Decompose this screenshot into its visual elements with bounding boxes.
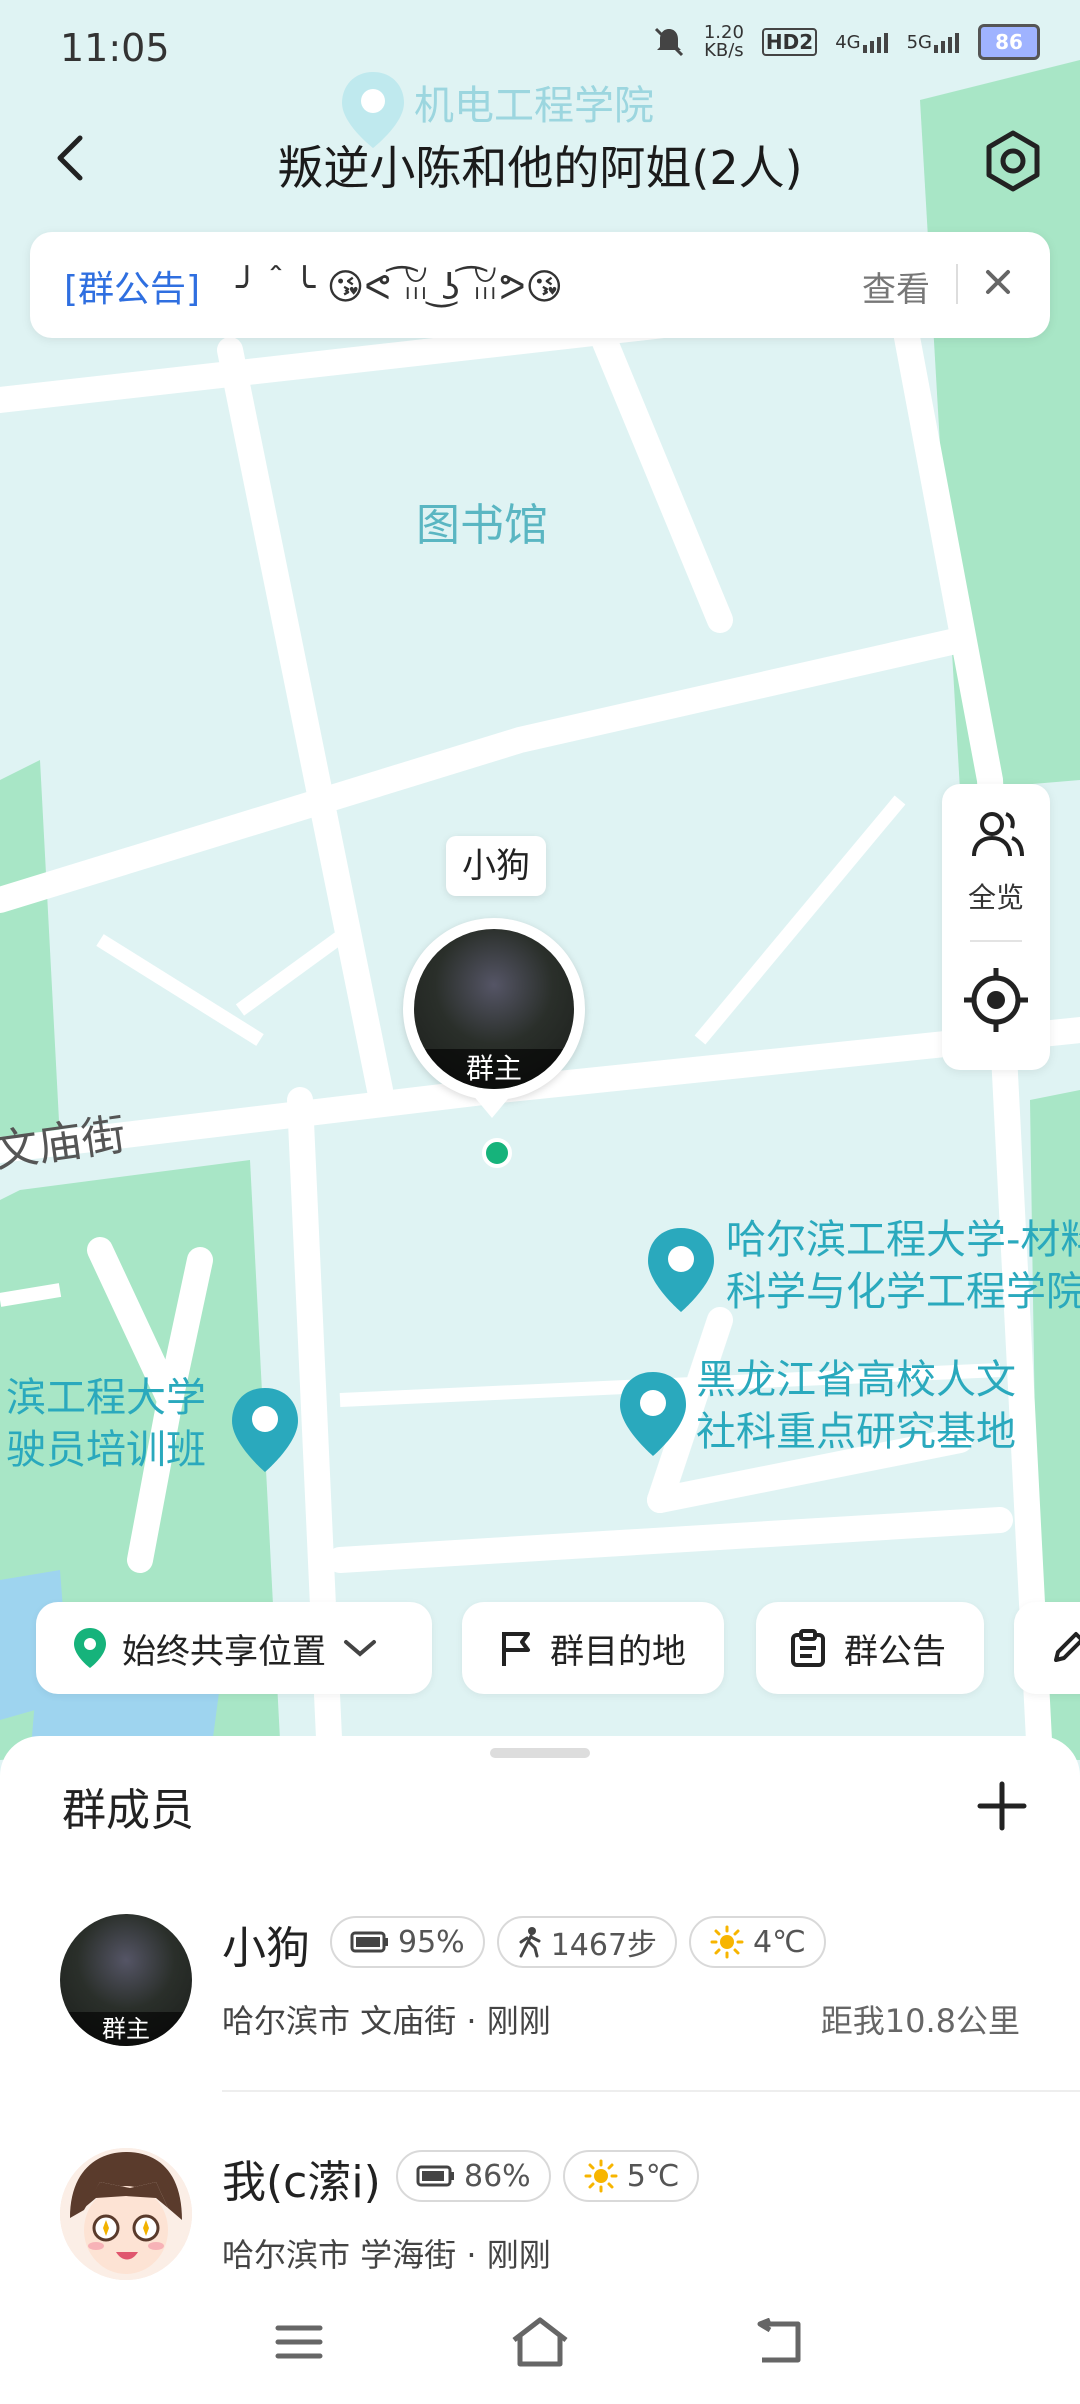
member-location: 哈尔滨市 文庙街 · 刚刚 (222, 2002, 551, 2040)
anime-avatar (60, 2148, 192, 2280)
poi-label-2: 黑龙江省高校人文 社科重点研究基地 (696, 1357, 1016, 1455)
owner-badge: 群主 (414, 1049, 574, 1089)
member-marker[interactable]: 群主 (403, 918, 585, 1100)
sun-icon (584, 2159, 618, 2193)
marker-name-label: 小狗 (446, 836, 546, 896)
home-icon[interactable] (508, 2314, 572, 2370)
steps-pill: 1467步 (496, 1916, 678, 1968)
poi-pin-icon (620, 1372, 686, 1456)
marker-pointer-icon (472, 1094, 512, 1118)
divider (222, 2090, 1080, 2092)
weather-value: 4℃ (753, 1924, 806, 1960)
avatar (60, 2148, 192, 2280)
location-pin-icon (74, 1628, 106, 1668)
announcement-banner[interactable]: [群公告] ╯＾╰ 😘ᕙ ͡ꈍ ͜ʖ ͡ꈍᕗ😘 查看 (30, 232, 1050, 338)
signal-4g: 4G (835, 31, 888, 53)
member-row[interactable]: 群主 小狗 95% 1467步 4℃ 哈尔滨市 文庙街 · 刚刚 距我10.8公… (0, 1902, 1080, 2102)
view-announcement-button[interactable]: 查看 (862, 262, 930, 311)
settings-hex-icon[interactable] (980, 128, 1046, 194)
signal-4g-label: 4G (835, 32, 861, 53)
back-nav-icon[interactable] (752, 2318, 808, 2366)
steps-value: 1467步 (550, 1928, 658, 1963)
page-title: 叛逆小陈和他的阿姐(2人) (277, 141, 803, 195)
weather-pill: 5℃ (562, 2150, 700, 2202)
member-name: 小狗 (222, 1923, 310, 1974)
status-bar: 11:05 1.20 KB/s HD2 4G 5G 86 (0, 0, 1080, 92)
signal-5g-label: 5G (906, 32, 932, 53)
signal-5g: 5G (907, 31, 960, 53)
battery-pill: 95% (330, 1916, 485, 1968)
avatar: 群主 (60, 1914, 192, 2046)
menu-icon[interactable] (274, 2322, 324, 2362)
walking-icon (519, 1927, 541, 1958)
battery-icon: 86 (978, 24, 1040, 60)
flag-icon (502, 1632, 530, 1666)
owner-badge: 群主 (60, 2012, 192, 2046)
status-time: 11:05 (60, 26, 170, 70)
battery-icon (416, 2165, 454, 2187)
weather-value: 5℃ (626, 2158, 680, 2194)
edit-button[interactable] (1014, 1602, 1080, 1694)
hd-badge: HD2 (761, 28, 818, 56)
locate-me-icon[interactable] (962, 966, 1030, 1034)
group-destination-button[interactable]: 群目的地 (462, 1602, 724, 1694)
signal-bars-icon (862, 33, 888, 53)
announcement-label: 群公告 (844, 1631, 946, 1672)
people-overview-icon[interactable] (968, 806, 1026, 864)
divider (956, 264, 958, 304)
announcement-text: ╯＾╰ 😘ᕙ ͡ꈍ ͜ʖ ͡ꈍᕗ😘 (236, 267, 564, 308)
battery-value: 86% (464, 2158, 531, 2194)
map-label-library: 图书馆 (416, 500, 548, 551)
members-title: 群成员 (62, 1785, 194, 1836)
battery-pill: 86% (396, 2150, 551, 2202)
status-icons: 1.20 KB/s HD2 4G 5G 86 (652, 24, 1040, 60)
drag-handle[interactable] (490, 1748, 590, 1758)
battery-icon (350, 1931, 388, 1953)
poi-label-1: 哈尔滨工程大学-材料 科学与化学工程学院 (726, 1217, 1080, 1315)
member-stats: 95% 1467步 4℃ (330, 1916, 826, 1968)
system-nav-bar (0, 2300, 1080, 2404)
poi-pin-icon (648, 1228, 714, 1312)
share-location-label: 始终共享位置 (122, 1631, 326, 1672)
group-announcement-button[interactable]: 群公告 (756, 1602, 984, 1694)
weather-pill: 4℃ (689, 1916, 826, 1968)
member-name: 我(c潆i) (222, 2157, 381, 2208)
announcement-tag: [群公告] (64, 269, 201, 310)
poi-label-3: 滨工程大学 驶员培训班 (6, 1375, 206, 1473)
pencil-icon (1054, 1632, 1080, 1662)
sun-icon (710, 1925, 744, 1959)
member-location: 哈尔滨市 学海街 · 刚刚 (222, 2236, 551, 2274)
avatar: 群主 (414, 929, 574, 1089)
member-distance: 距我10.8公里 (820, 2002, 1020, 2040)
location-dot (482, 1138, 512, 1168)
share-location-dropdown[interactable]: 始终共享位置 (36, 1602, 432, 1694)
poi-pin-icon (232, 1388, 298, 1472)
member-stats: 86% 5℃ (396, 2150, 700, 2202)
battery-value: 95% (398, 1924, 465, 1960)
divider (970, 940, 1022, 942)
overview-button[interactable]: 全览 (942, 876, 1050, 916)
close-icon[interactable] (976, 260, 1020, 304)
add-member-icon[interactable] (974, 1778, 1030, 1834)
map-side-panel: 全览 (942, 784, 1050, 1070)
chevron-down-icon (344, 1640, 376, 1657)
clipboard-icon (791, 1629, 825, 1667)
destination-label: 群目的地 (550, 1631, 686, 1672)
net-speed: 1.20 KB/s (703, 22, 744, 61)
signal-bars-icon (934, 33, 959, 53)
mute-bell-icon (654, 27, 683, 57)
